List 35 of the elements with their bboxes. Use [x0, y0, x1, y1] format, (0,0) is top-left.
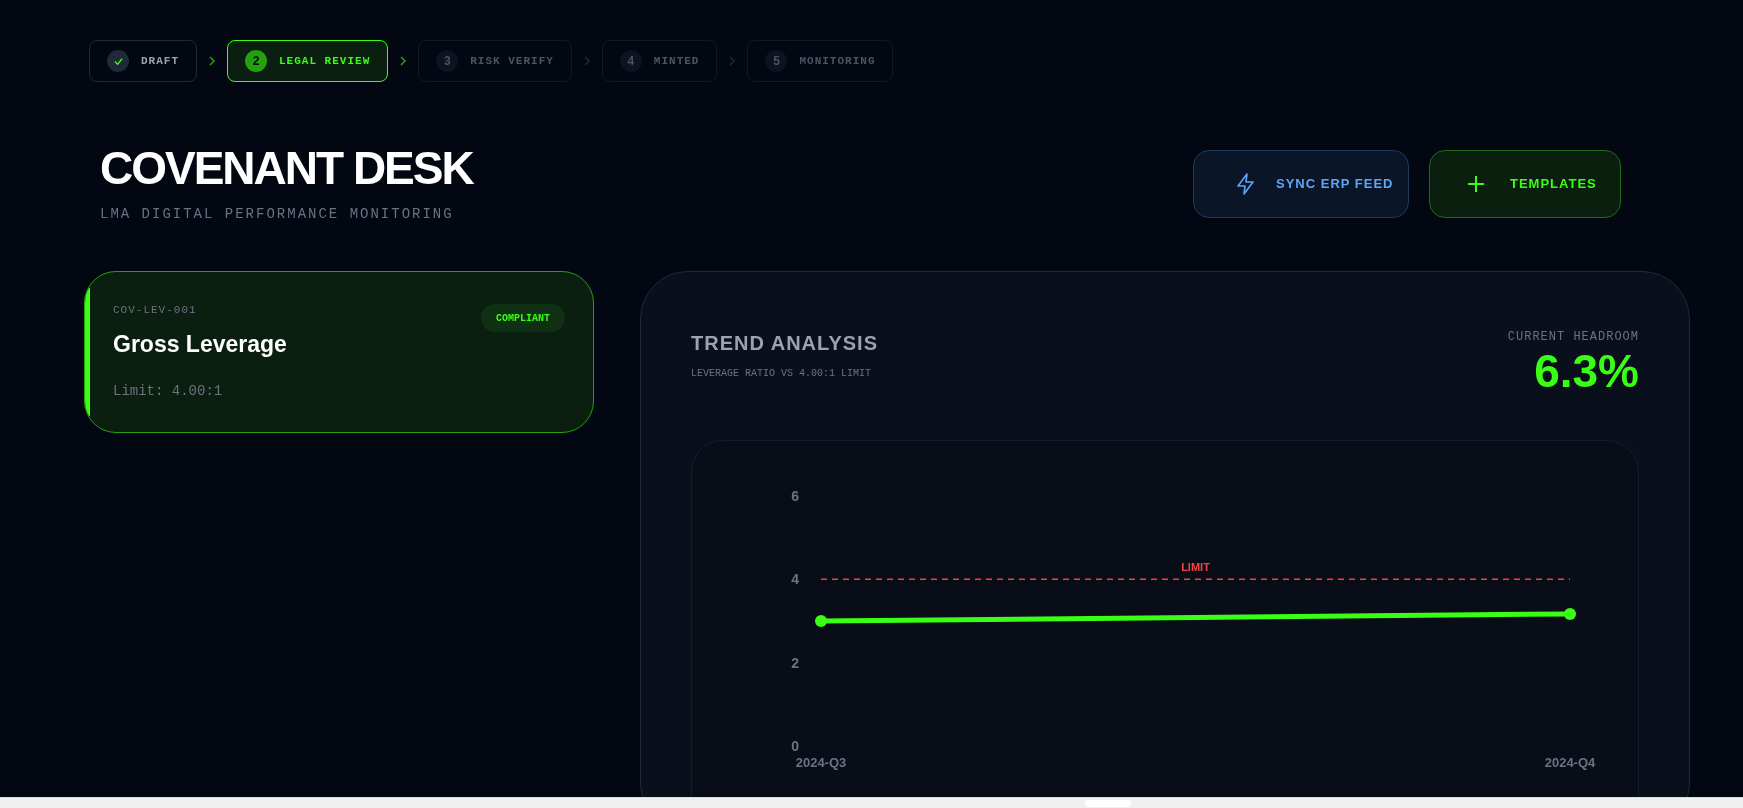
data-point: [815, 615, 827, 627]
y-tick-label: 6: [791, 488, 799, 504]
step-number: 2: [245, 50, 267, 72]
chevron-icon: [207, 56, 217, 66]
covenant-limit: Limit: 4.00:1: [113, 382, 224, 401]
headroom-value: 6.3%: [1534, 346, 1639, 396]
step-number: 4: [619, 50, 642, 72]
panel-subtitle: LEVERAGE RATIO VS 4.00:1 LIMIT: [691, 367, 873, 381]
chevron-icon: [727, 56, 738, 66]
panel-title: TREND ANALYSIS: [691, 331, 878, 356]
step-tab[interactable]: DRAFT: [89, 40, 197, 82]
templates-button[interactable]: TEMPLATES: [1429, 150, 1621, 218]
headroom-label: CURRENT HEADROOM: [1507, 329, 1639, 346]
x-tick-label: 2024-Q4: [1544, 755, 1596, 770]
chevron-icon: [398, 56, 409, 66]
page-subtitle: LMA DIGITAL PERFORMANCE MONITORING: [100, 205, 455, 224]
step-number: 3: [436, 50, 459, 72]
scrollbar[interactable]: [0, 797, 1743, 808]
covenant-name: Gross Leverage: [113, 329, 287, 359]
check-icon: [107, 50, 129, 72]
limit-label: LIMIT: [1181, 561, 1210, 574]
y-tick-label: 4: [791, 571, 799, 588]
data-point: [1564, 607, 1576, 620]
y-tick-label: 0: [791, 738, 799, 754]
covenant-code: COV-LEV-001: [113, 303, 198, 318]
status-badge: COMPLIANT: [481, 304, 565, 332]
step-tab[interactable]: 2 LEGAL REVIEW: [227, 40, 389, 82]
page-title: COVENANT DESK: [100, 141, 473, 196]
sync-button[interactable]: SYNC ERP FEED: [1193, 150, 1409, 218]
x-tick-label: 2024-Q3: [795, 755, 847, 770]
covenant-card[interactable]: COV-LEV-001 Gross Leverage COMPLIANT Limit: 4.00:1: [84, 271, 594, 433]
y-tick-label: 2: [791, 654, 799, 671]
chevron-icon: [581, 56, 592, 66]
step-number: 5: [765, 50, 788, 72]
plus-icon: [1466, 174, 1486, 194]
